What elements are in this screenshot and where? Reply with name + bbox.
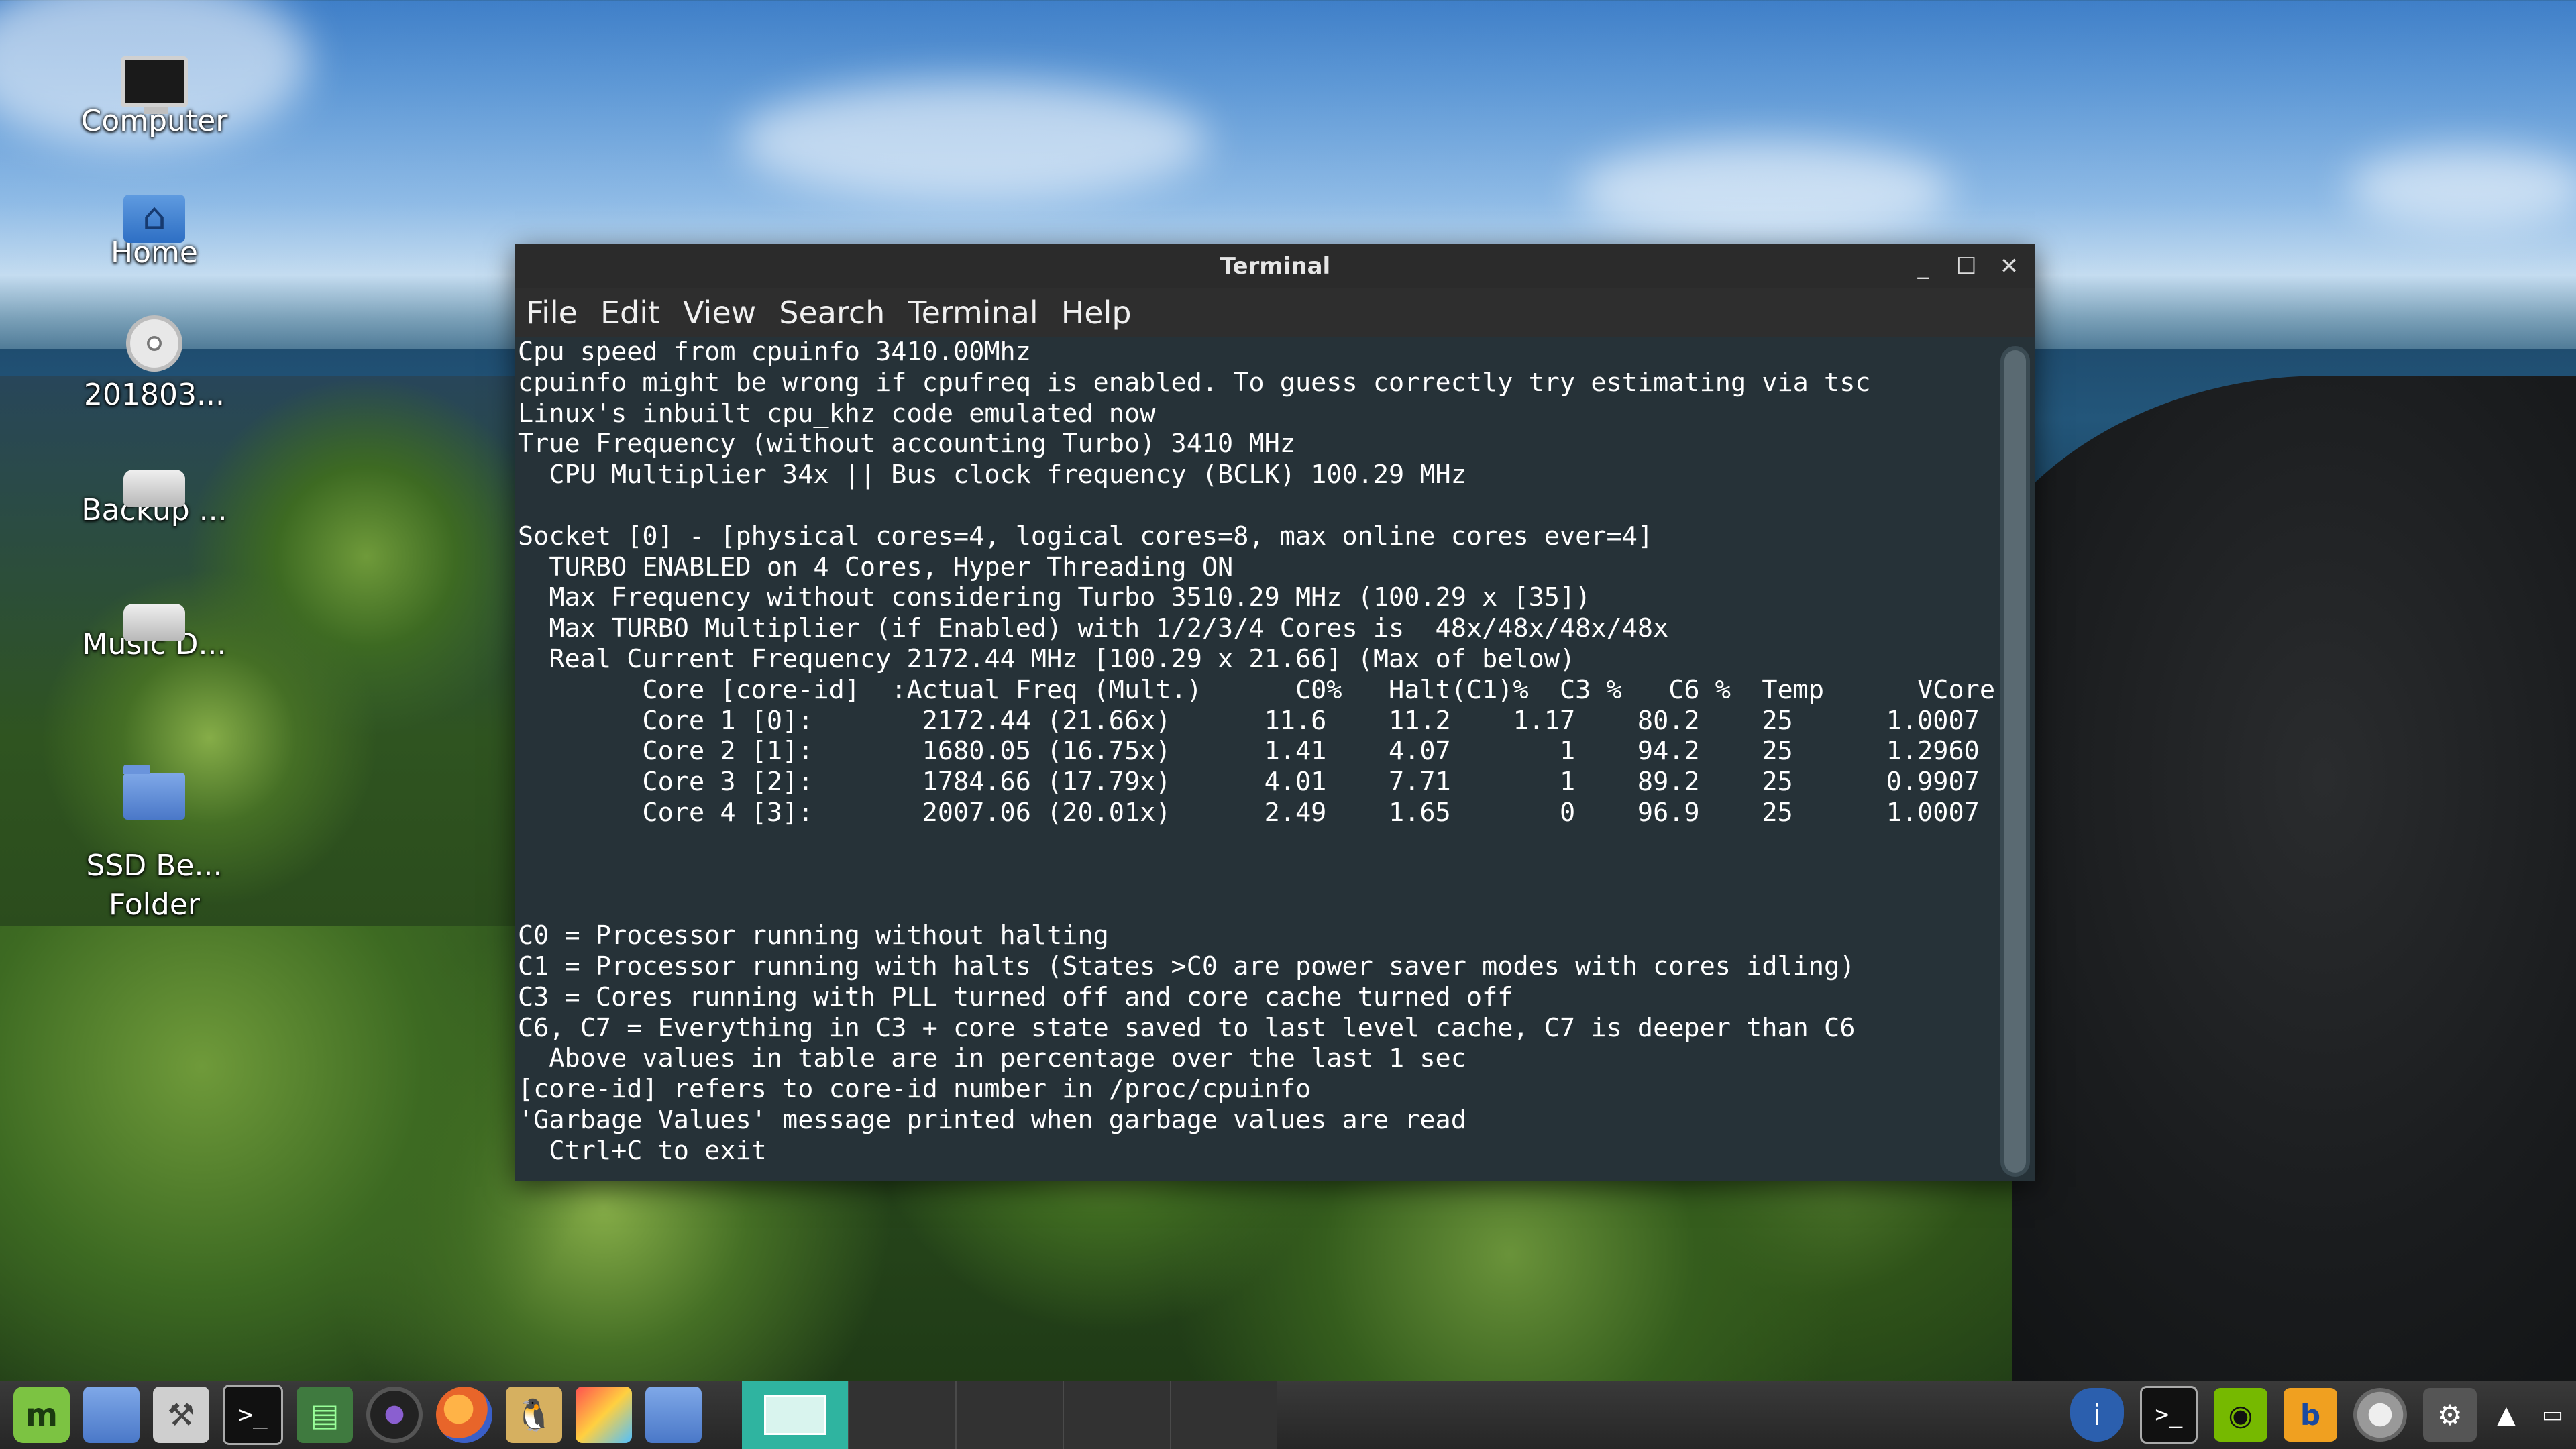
- window-list: [742, 1381, 1277, 1449]
- task-button[interactable]: [1063, 1381, 1170, 1449]
- camera-icon[interactable]: [366, 1387, 423, 1443]
- maximize-icon[interactable]: ☐: [1956, 244, 1976, 288]
- desktop-icon-ssd-folder[interactable]: SSD Be... Folder: [47, 718, 262, 963]
- desktop-icon-home[interactable]: Home: [47, 181, 262, 272]
- taskbar: m ⚒ >_ ▤ 🐧 i >_ ◉ b ⚙ ▲ ▭: [0, 1381, 2576, 1449]
- menu-help[interactable]: Help: [1061, 294, 1132, 331]
- display-icon[interactable]: ▭: [2536, 1388, 2569, 1442]
- window-title: Terminal: [1220, 253, 1331, 280]
- desktop-icon-computer[interactable]: Computer: [47, 47, 262, 141]
- terminal-tray-icon[interactable]: >_: [2140, 1386, 2198, 1444]
- desktop-icon-backup[interactable]: Backup ...: [47, 449, 262, 530]
- system-monitor-icon[interactable]: ▤: [297, 1387, 353, 1443]
- terminal-output: Cpu speed from cpuinfo 3410.00Mhz cpuinf…: [518, 337, 1996, 1166]
- window-controls: _ ☐ ✕: [1913, 244, 2019, 288]
- folder-icon[interactable]: [645, 1387, 702, 1443]
- task-button-terminal[interactable]: [742, 1381, 848, 1449]
- menu-view[interactable]: View: [683, 294, 756, 331]
- nvidia-icon[interactable]: ◉: [2214, 1388, 2267, 1442]
- desktop-icon-label: 201803...: [84, 378, 225, 412]
- system-tray: i >_ ◉ b ⚙ ▲ ▭: [2054, 1386, 2576, 1444]
- window-thumbnail: [764, 1395, 826, 1435]
- up-arrow-icon[interactable]: ▲: [2493, 1388, 2520, 1442]
- folder-icon: [123, 765, 185, 820]
- files-icon[interactable]: [83, 1387, 140, 1443]
- terminal-area[interactable]: Cpu speed from cpuinfo 3410.00Mhz cpuinf…: [515, 337, 2035, 1181]
- disk-icon[interactable]: [2353, 1388, 2407, 1442]
- drive-icon: [123, 470, 185, 507]
- settings-icon[interactable]: ⚙: [2423, 1388, 2477, 1442]
- terminal-launcher-icon[interactable]: >_: [223, 1385, 283, 1445]
- tux-icon[interactable]: 🐧: [506, 1387, 562, 1443]
- task-button[interactable]: [848, 1381, 955, 1449]
- home-folder-icon: [123, 195, 185, 243]
- terminal-window: Terminal _ ☐ ✕ File Edit View Search Ter…: [515, 244, 2035, 1181]
- scrollbar-thumb[interactable]: [2004, 350, 2026, 1173]
- drive-icon: [123, 604, 185, 641]
- color-picker-icon[interactable]: [576, 1387, 632, 1443]
- close-icon[interactable]: ✕: [1999, 244, 2019, 288]
- menu-search[interactable]: Search: [779, 294, 885, 331]
- desktop-icon-disc[interactable]: 201803...: [47, 315, 262, 415]
- menu-edit[interactable]: Edit: [600, 294, 660, 331]
- title-bar[interactable]: Terminal _ ☐ ✕: [515, 244, 2035, 288]
- firefox-icon[interactable]: [436, 1387, 492, 1443]
- minimize-icon[interactable]: _: [1913, 244, 1933, 288]
- menu-terminal[interactable]: Terminal: [908, 294, 1038, 331]
- shield-info-icon[interactable]: i: [2070, 1388, 2124, 1442]
- task-button[interactable]: [1170, 1381, 1277, 1449]
- menu-bar: File Edit View Search Terminal Help: [515, 288, 2035, 337]
- desktop-icon-music[interactable]: Music D...: [47, 584, 262, 664]
- mint-menu-icon[interactable]: m: [13, 1387, 70, 1443]
- b-app-icon[interactable]: b: [2284, 1388, 2337, 1442]
- monitor-icon: [121, 56, 188, 114]
- desktop-icon-label: SSD Be... Folder: [86, 849, 223, 922]
- tools-icon[interactable]: ⚒: [153, 1387, 209, 1443]
- menu-file[interactable]: File: [526, 294, 578, 331]
- disc-icon: [126, 315, 182, 372]
- scrollbar[interactable]: [2000, 346, 2030, 1177]
- task-button[interactable]: [955, 1381, 1063, 1449]
